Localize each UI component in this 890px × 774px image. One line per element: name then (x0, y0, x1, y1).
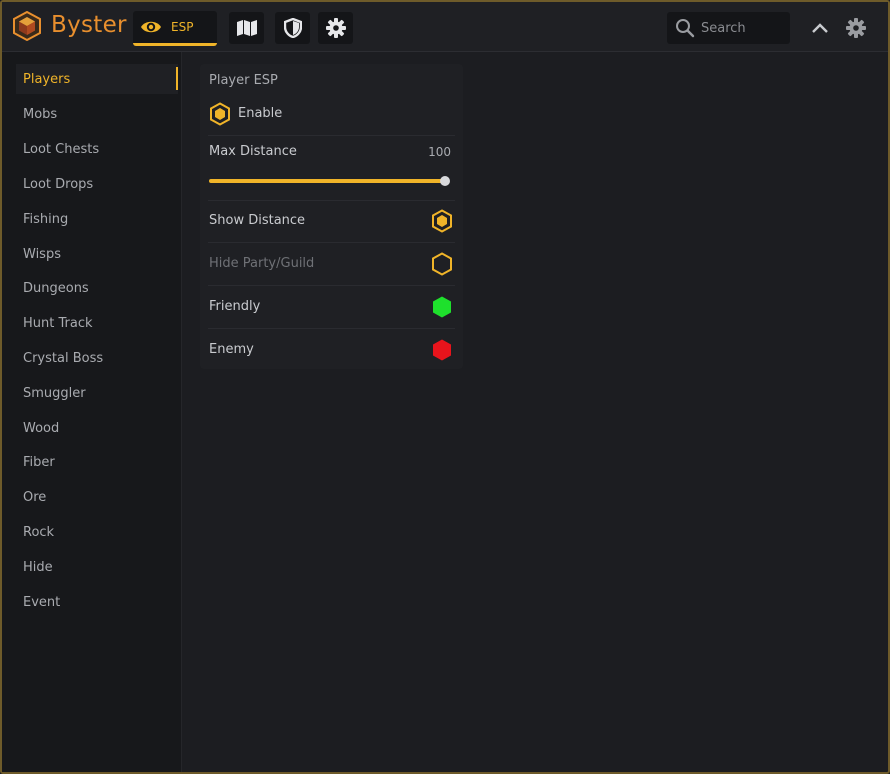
sidebar-item-label: Wood (23, 420, 60, 436)
sidebar-item-label: Event (23, 594, 61, 610)
sidebar-item-label: Ore (23, 489, 47, 505)
tab-esp[interactable]: ESP (133, 11, 217, 46)
show-distance-toggle[interactable]: Show Distance (200, 200, 463, 242)
sidebar-item-label: Rock (23, 524, 55, 540)
enable-toggle[interactable]: Enable (200, 94, 463, 136)
sidebar-item-label: Dungeons (23, 280, 89, 296)
show-distance-checkbox-icon (432, 209, 452, 233)
eye-icon (141, 21, 161, 33)
sidebar-item-mobs[interactable]: Mobs (16, 99, 178, 129)
hide-party-guild-label: Hide Party/Guild (209, 256, 315, 271)
sidebar-item-crystal-boss[interactable]: Crystal Boss (16, 343, 178, 373)
gear-icon (325, 18, 346, 38)
panel-title: Player ESP (209, 73, 278, 88)
sidebar-item-fishing[interactable]: Fishing (16, 204, 178, 234)
byster-logo-icon (13, 11, 41, 41)
enemy-color-swatch-icon (433, 339, 451, 361)
sidebar-item-label: Crystal Boss (23, 350, 104, 366)
app-title: Byster (51, 12, 127, 38)
sidebar-item-wood[interactable]: Wood (16, 413, 178, 443)
enemy-color-picker[interactable]: Enemy (200, 329, 463, 371)
sidebar-item-label: Smuggler (23, 385, 86, 401)
chevron-up-icon (812, 23, 828, 33)
sidebar-item-ore[interactable]: Ore (16, 482, 178, 512)
max-distance-slider[interactable] (209, 179, 446, 183)
sidebar-item-label: Wisps (23, 246, 61, 262)
show-distance-label: Show Distance (209, 213, 306, 228)
enable-checkbox-icon (210, 102, 230, 126)
sidebar-item-hide[interactable]: Hide (16, 552, 178, 582)
settings-button[interactable] (842, 14, 870, 42)
sidebar-item-event[interactable]: Event (16, 587, 178, 617)
sidebar-item-hunt-track[interactable]: Hunt Track (16, 308, 178, 338)
sidebar-item-fiber[interactable]: Fiber (16, 447, 178, 477)
search-icon (676, 19, 695, 38)
slider-handle[interactable] (440, 176, 450, 186)
collapse-button[interactable] (806, 14, 834, 42)
header-bar: Byster ESP Search (2, 2, 888, 52)
sidebar-item-label: Hide (23, 559, 53, 575)
sidebar-item-rock[interactable]: Rock (16, 517, 178, 547)
sidebar-item-players[interactable]: Players (16, 64, 178, 94)
sidebar-item-label: Loot Drops (23, 176, 94, 192)
enable-label: Enable (238, 106, 283, 121)
divider (208, 135, 455, 136)
friendly-color-picker[interactable]: Friendly (200, 286, 463, 328)
enemy-label: Enemy (209, 342, 254, 357)
shield-icon (283, 18, 302, 38)
sidebar-item-dungeons[interactable]: Dungeons (16, 273, 178, 303)
sidebar-item-loot-drops[interactable]: Loot Drops (16, 169, 178, 199)
tab-map[interactable] (229, 12, 264, 44)
friendly-label: Friendly (209, 299, 261, 314)
sidebar-item-wisps[interactable]: Wisps (16, 239, 178, 269)
search-input[interactable]: Search (667, 12, 790, 44)
app-window: Byster ESP Search Players Mobs Loot Ches… (0, 0, 890, 774)
sidebar-item-label: Loot Chests (23, 141, 100, 157)
friendly-color-swatch-icon (433, 296, 451, 318)
sidebar-item-label: Mobs (23, 106, 58, 122)
player-esp-panel: Player ESP Enable Max Distance 100 Show … (200, 64, 463, 369)
hide-party-guild-checkbox-icon (432, 252, 452, 276)
sidebar-item-smuggler[interactable]: Smuggler (16, 378, 178, 408)
map-icon (236, 20, 257, 36)
sidebar-item-label: Fiber (23, 454, 55, 470)
sidebar: Players Mobs Loot Chests Loot Drops Fish… (2, 52, 182, 772)
max-distance-label: Max Distance (209, 144, 297, 159)
tab-shield[interactable] (275, 12, 310, 44)
tab-esp-label: ESP (171, 20, 194, 34)
sidebar-item-label: Players (23, 71, 71, 87)
sidebar-item-label: Fishing (23, 211, 69, 227)
search-placeholder: Search (701, 20, 746, 36)
sidebar-item-loot-chests[interactable]: Loot Chests (16, 134, 178, 164)
hide-party-guild-toggle[interactable]: Hide Party/Guild (200, 243, 463, 285)
sidebar-item-label: Hunt Track (23, 315, 93, 331)
max-distance-value: 100 (428, 145, 451, 159)
tab-settings[interactable] (318, 12, 353, 44)
gear-icon (846, 18, 866, 38)
